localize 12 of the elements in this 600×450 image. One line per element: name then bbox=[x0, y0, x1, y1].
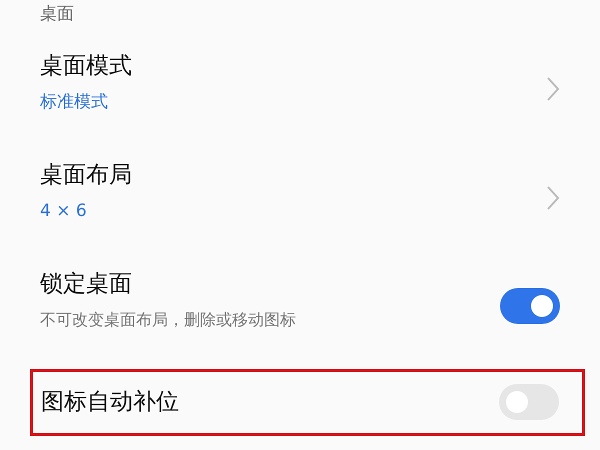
setting-title[interactable]: 图标自动补位 bbox=[41, 386, 179, 418]
setting-title[interactable]: 锁定桌面 bbox=[40, 268, 132, 300]
setting-description: 不可改变桌面布局，删除或移动图标 bbox=[40, 309, 296, 331]
toggle-switch[interactable] bbox=[499, 384, 559, 420]
setting-value: 4 × 6 bbox=[40, 200, 87, 223]
setting-title[interactable]: 桌面模式 bbox=[40, 50, 132, 82]
toggle-switch[interactable] bbox=[500, 288, 560, 324]
setting-title[interactable]: 桌面布局 bbox=[40, 159, 132, 191]
chevron-right-icon bbox=[546, 76, 560, 102]
setting-value: 标准模式 bbox=[40, 91, 108, 114]
section-header: 桌面 bbox=[40, 3, 74, 25]
chevron-right-icon bbox=[546, 185, 560, 211]
